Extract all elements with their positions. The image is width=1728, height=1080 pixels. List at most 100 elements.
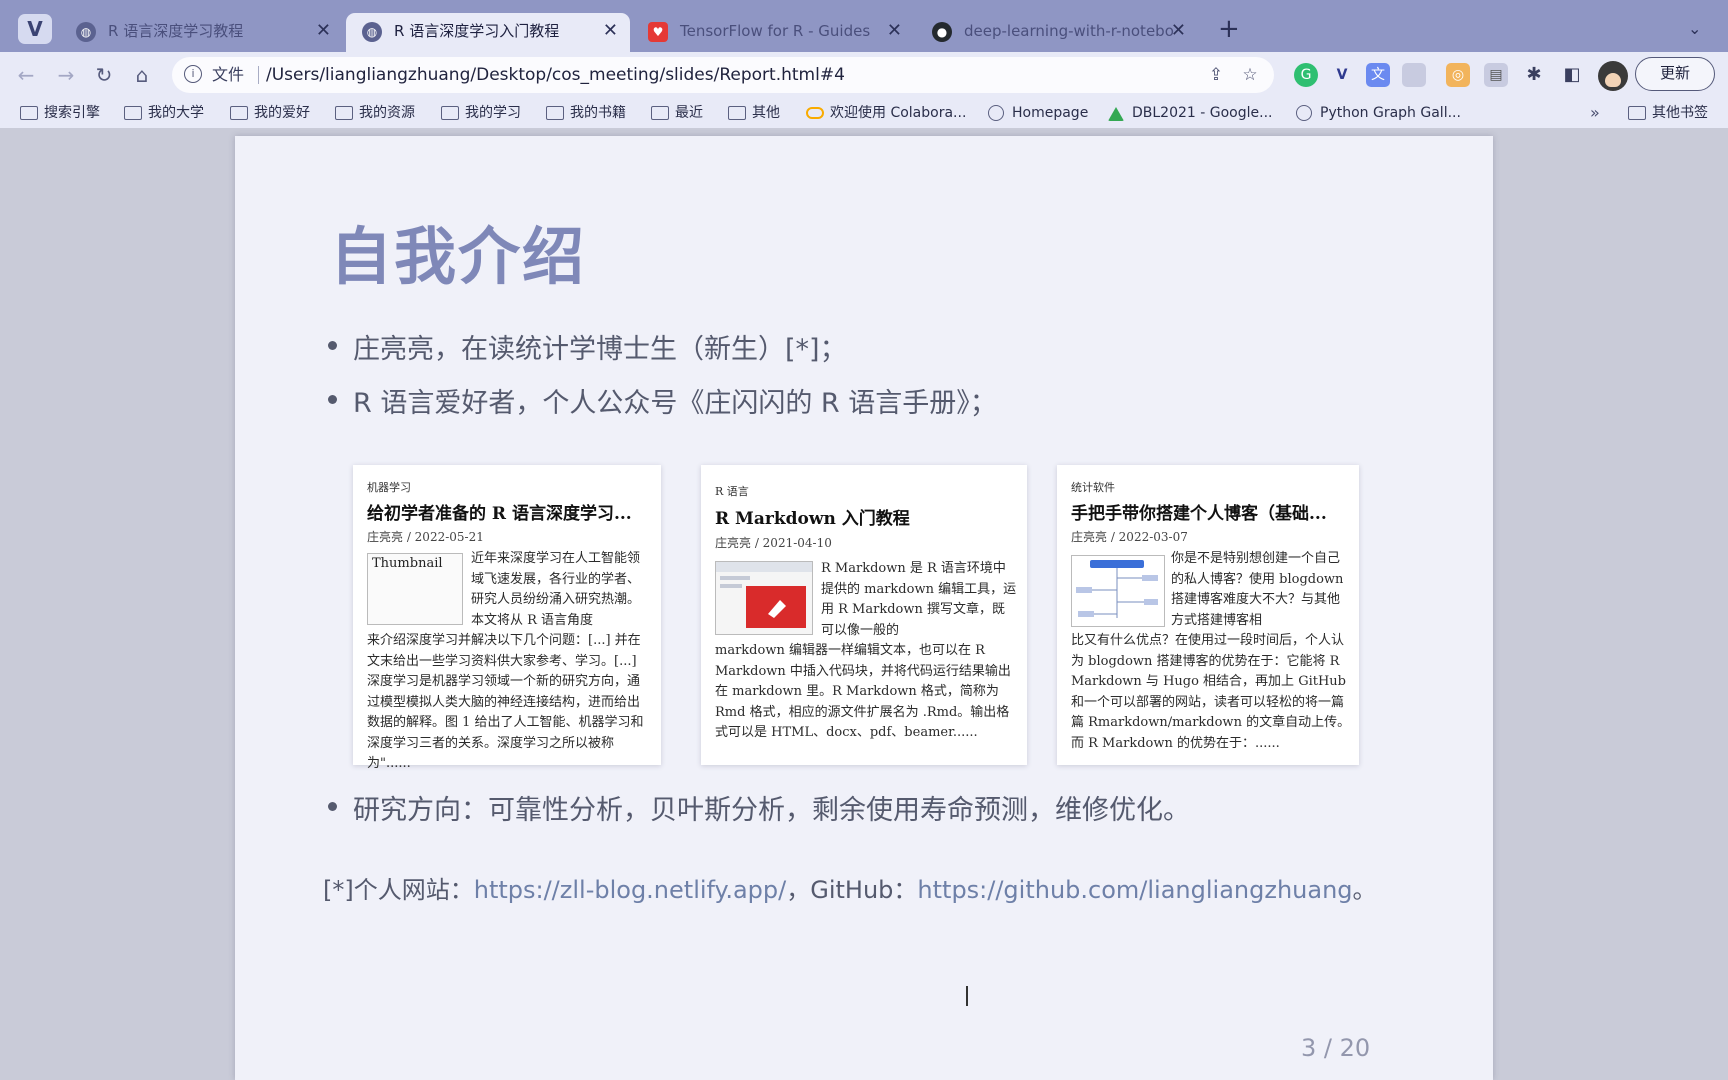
article-card[interactable]: 机器学习 给初学者准备的 R 语言深度学习... 庄亮亮 / 2022-05-2… [353, 465, 661, 771]
mindmap-thumbnail [1076, 560, 1158, 618]
folder-icon [335, 106, 353, 120]
close-icon[interactable]: ✕ [887, 13, 902, 49]
bookmark-books[interactable]: 我的书籍 [546, 98, 626, 128]
card-category: R 语言 [715, 485, 749, 498]
bullet-item: 研究方向：可靠性分析，贝叶斯分析，剩余使用寿命预测，维修优化。 [328, 788, 1190, 827]
extension-orange-icon[interactable]: ◎ [1446, 63, 1470, 87]
card-thumbnail [1071, 555, 1165, 627]
browser-window: V ◍ R 语言深度学习教程 ✕ ◍ R 语言深度学习入门教程 ✕ ♥ Tens… [0, 0, 1728, 1080]
bookmark-resources[interactable]: 我的资源 [335, 98, 415, 128]
bookmark-university[interactable]: 我的大学 [124, 98, 204, 128]
card-excerpt-cont: 来介绍深度学习并解决以下几个问题：[...] 并在文末给出一些学习资料供大家参考… [367, 633, 644, 771]
bookmark-python-graph[interactable]: Python Graph Gall... [1296, 98, 1461, 128]
tab-title: deep-learning-with-r-notebo [964, 22, 1174, 40]
bookmark-recent[interactable]: 最近 [651, 98, 703, 128]
bookmarks-overflow-button[interactable]: » [1590, 98, 1600, 128]
star-icon[interactable]: ☆ [1238, 63, 1262, 87]
github-icon: ● [932, 22, 952, 42]
side-panel-icon[interactable]: ◧ [1560, 63, 1584, 87]
card-title[interactable]: R Markdown 入门教程 [715, 504, 910, 529]
bookmark-other-bookmarks[interactable]: 其他书签 [1628, 98, 1708, 128]
github-link[interactable]: https://github.com/liangliangzhuang [917, 876, 1352, 904]
card-title[interactable]: 给初学者准备的 R 语言深度学习... [367, 499, 632, 524]
bookmarks-bar: 搜索引擎 我的大学 我的爱好 我的资源 我的学习 我的书籍 最近 其他 欢迎使用… [0, 98, 1728, 128]
back-arrow-icon[interactable]: ← [12, 61, 40, 89]
tab-search-chevron-icon[interactable]: ⌄ [1688, 14, 1701, 44]
article-card[interactable]: 统计软件 手把手带你搭建个人博客（基础... 庄亮亮 / 2022-03-07 [1057, 465, 1359, 765]
bullet-item: 庄亮亮，在读统计学博士生（新生）[*]； [328, 327, 847, 366]
translate-extension-icon[interactable]: 文 [1366, 63, 1390, 87]
tab-title: R 语言深度学习教程 [108, 22, 244, 40]
card-category: 统计软件 [1071, 481, 1115, 494]
bookmark-homepage[interactable]: Homepage [988, 98, 1088, 128]
tab-title: R 语言深度学习入门教程 [394, 22, 560, 40]
new-tab-button[interactable]: + [1218, 14, 1240, 44]
personal-site-link[interactable]: https://zll-blog.netlify.app/ [474, 876, 787, 904]
text-cursor-icon [966, 986, 968, 1006]
colab-icon [806, 107, 824, 119]
folder-icon [651, 106, 669, 120]
browser-menu-icon[interactable]: V [18, 14, 52, 44]
slide: 自我介绍 庄亮亮，在读统计学博士生（新生）[*]； R 语言爱好者，个人公众号《… [235, 136, 1493, 1080]
article-cards: 机器学习 给初学者准备的 R 语言深度学习... 庄亮亮 / 2022-05-2… [353, 465, 1359, 771]
bookmark-colab[interactable]: 欢迎使用 Colabora... [806, 98, 966, 128]
extensions-puzzle-icon[interactable]: ✱ [1522, 63, 1546, 87]
divider [258, 66, 259, 84]
card-thumbnail [715, 561, 813, 635]
tab-r-deep-learning[interactable]: ◍ R 语言深度学习教程 ✕ [60, 13, 343, 52]
share-icon[interactable]: ⇪ [1204, 63, 1228, 87]
folder-icon [20, 106, 38, 120]
reload-icon[interactable]: ↻ [90, 61, 118, 89]
bookmark-dbl2021[interactable]: DBL2021 - Google... [1108, 98, 1273, 128]
close-icon[interactable]: ✕ [316, 13, 331, 49]
folder-icon [546, 106, 564, 120]
globe-icon: ◍ [76, 22, 96, 42]
card-category: 机器学习 [367, 481, 411, 494]
vue-devtools-icon[interactable]: V [1330, 63, 1354, 87]
card-excerpt-cont: 比又有什么优点？在使用过一段时间后，个人认为 blogdown 搭建博客的优势在… [1071, 633, 1351, 751]
footnote-prefix: [*]个人网站： [323, 876, 474, 904]
tensorflow-icon: ♥ [648, 22, 668, 42]
bookmark-study[interactable]: 我的学习 [441, 98, 521, 128]
close-icon[interactable]: ✕ [603, 13, 618, 49]
article-card[interactable]: R 语言 R Markdown 入门教程 庄亮亮 / 2021-04-10 R … [701, 465, 1027, 765]
footnote: [*]个人网站：https://zll-blog.netlify.app/，Gi… [323, 870, 1377, 905]
footnote-end: 。 [1352, 876, 1377, 904]
home-icon[interactable]: ⌂ [128, 61, 156, 89]
toolbar: ← → ↻ ⌂ i 文件 /Users/liangliangzhuang/Des… [0, 52, 1728, 98]
forward-arrow-icon[interactable]: → [52, 61, 80, 89]
card-meta: 庄亮亮 / 2022-03-07 [1071, 530, 1188, 544]
url-text[interactable]: /Users/liangliangzhuang/Desktop/cos_meet… [266, 57, 845, 93]
info-icon[interactable]: i [184, 65, 202, 83]
bookmark-other[interactable]: 其他 [728, 98, 780, 128]
extension-grey-icon[interactable] [1402, 63, 1426, 87]
bookmark-hobbies[interactable]: 我的爱好 [230, 98, 310, 128]
card-excerpt: R Markdown 是 R 语言环境中提供的 markdown 编辑工具，运用… [821, 561, 1017, 638]
address-bar[interactable]: i 文件 /Users/liangliangzhuang/Desktop/cos… [172, 57, 1274, 93]
footnote-mid: ，GitHub： [786, 876, 918, 904]
bullet-item: R 语言爱好者，个人公众号《庄闪闪的 R 语言手册》； [328, 381, 997, 420]
folder-icon [441, 106, 459, 120]
card-thumbnail: Thumbnail [367, 553, 463, 625]
extension-doc-icon[interactable]: ▤ [1484, 63, 1508, 87]
tab-r-deep-learning-intro[interactable]: ◍ R 语言深度学习入门教程 ✕ [346, 13, 630, 52]
folder-icon [728, 106, 746, 120]
tab-tensorflow-guides[interactable]: ♥ TensorFlow for R - Guides ✕ [632, 13, 914, 52]
card-excerpt-cont: markdown 编辑器一样编辑文本，也可以在 R Markdown 中插入代码… [715, 643, 1011, 740]
scheme-label: 文件 [212, 65, 245, 84]
drive-icon [1108, 107, 1124, 121]
bookmark-search-engines[interactable]: 搜索引擎 [20, 98, 100, 128]
globe-icon: ◍ [362, 22, 382, 42]
card-meta: 庄亮亮 / 2021-04-10 [715, 536, 832, 550]
tab-github-notebook[interactable]: ● deep-learning-with-r-notebo ✕ [916, 13, 1198, 52]
card-title[interactable]: 手把手带你搭建个人博客（基础... [1071, 499, 1327, 524]
update-button[interactable]: 更新 [1635, 57, 1715, 91]
slide-page-number: 3 / 20 [1301, 1034, 1371, 1062]
globe-icon [988, 105, 1004, 121]
gauge-icon [1296, 105, 1312, 121]
folder-icon [124, 106, 142, 120]
profile-avatar[interactable] [1598, 61, 1628, 91]
slide-title: 自我介绍 [330, 220, 587, 293]
grammarly-extension-icon[interactable]: G [1294, 63, 1318, 87]
close-icon[interactable]: ✕ [1171, 13, 1186, 49]
